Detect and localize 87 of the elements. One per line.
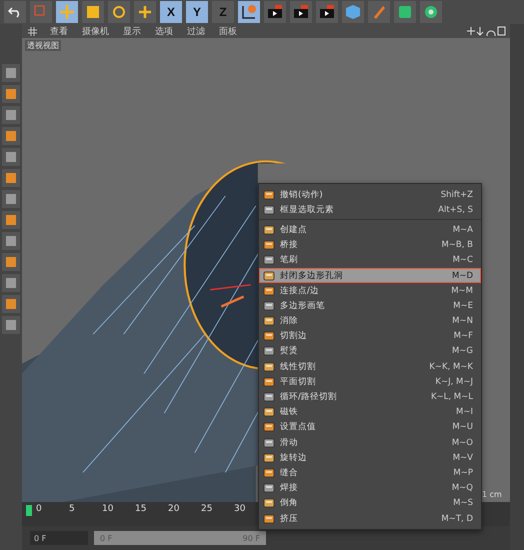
menu-item[interactable]: 缝合 M~P [259,465,481,481]
menu-item[interactable]: 消除 M~N [259,314,481,329]
tool-icon [263,188,275,201]
tool-icon[interactable] [2,316,20,334]
tool-icon[interactable] [2,106,20,124]
viewport-title: 透视视图 [25,40,61,51]
scale-label: 1 cm [482,490,502,499]
menu-item[interactable]: 框显选取元素 Alt+S, S [259,202,481,218]
tool-icon [263,406,275,418]
menu-item[interactable]: 桥接 M~B, B [259,238,481,253]
tool-icon [263,204,275,216]
menu-item[interactable]: 磁铁 M~I [259,404,481,420]
tool-icon [263,300,275,312]
tool-icon [263,270,275,282]
tool-icon [263,436,275,449]
tool-icon [263,224,275,236]
tool-icon [263,254,275,266]
tool-icon [263,482,275,494]
grid-icon[interactable] [28,26,37,36]
tool-icon [263,466,275,479]
viewport-menu-item[interactable]: 显示 [122,24,142,38]
rounded-square-icon[interactable] [394,1,416,23]
tool-icon[interactable] [2,169,20,187]
navigation-icons-drawing[interactable] [466,26,506,36]
tool-icon[interactable] [2,64,20,82]
menu-item[interactable]: 多边形画笔 M~E [259,298,481,314]
clapperboard-icon[interactable] [316,1,338,23]
viewport-menu-item[interactable]: 选项 [154,24,174,38]
timeline-tick-label: 10 [102,503,114,514]
tool-icon[interactable] [2,127,20,145]
menu-item[interactable]: 撤销(动作) Shift+Z [259,187,481,202]
menu-item[interactable]: 封闭多边形孔洞 M~D [259,268,481,284]
tool-icon [263,315,275,328]
tool-icon [263,512,275,525]
tool-icon[interactable] [2,295,20,313]
tool-icon [263,497,275,510]
timeline-tick-label: 20 [168,503,180,514]
axis-button[interactable]: Y [186,1,208,23]
timeline-tick-label: 0 [36,503,43,514]
rotate-tool-icon[interactable] [108,1,130,23]
viewport-menu-item[interactable]: 过滤 [186,24,206,38]
viewport-menu-item[interactable]: 面板 [218,24,238,38]
menu-item[interactable]: 挤压 M~T, D [259,510,481,526]
menu-item[interactable]: 创建点 M~A [259,222,481,238]
tool-icon[interactable] [2,85,20,103]
tool-icon[interactable] [2,190,20,208]
timeline-tick-label: 5 [69,503,76,514]
tool-icon[interactable] [2,211,20,229]
menu-item[interactable]: 循环/路径切割 K~L, M~L [259,389,481,405]
pen-icon[interactable] [368,1,390,23]
coordinate-system-icon[interactable] [238,1,260,23]
menu-item[interactable]: 切割边 M~F [259,328,481,344]
viewport-menu-item[interactable]: 摄像机 [81,24,110,38]
timeline-tick-label: 30 [234,503,246,514]
undo-icon[interactable] [4,1,26,23]
menu-item[interactable]: 倒角 M~S [259,496,481,511]
axis-button[interactable]: X [160,1,182,23]
menu-item[interactable]: 滑动 M~O [259,435,481,450]
menu-item[interactable]: 熨烫 M~G [259,344,481,360]
tool-icon [263,345,275,358]
current-frame-field[interactable]: 0 F [30,531,88,545]
add-icon[interactable] [134,1,156,23]
tool-icon[interactable] [2,148,20,166]
tool-icon[interactable] [2,274,20,292]
timeline-tick-label: 25 [201,503,214,514]
tool-icon [263,330,275,342]
menu-item[interactable]: 设置点值 M~U [259,420,481,435]
tool-icon [263,376,275,388]
clapperboard-icon[interactable] [290,1,312,23]
menu-item[interactable]: 平面切割 K~J, M~J [259,374,481,390]
clapperboard-icon[interactable] [264,1,286,23]
menu-item[interactable]: 焊接 M~Q [259,480,481,496]
menu-item[interactable]: 连接点/边 M~M [259,283,481,298]
tool-icon [263,391,275,404]
tool-icon[interactable] [2,232,20,250]
timeline-tick-label: 15 [135,503,148,514]
menu-item[interactable]: 笔刷 M~C [259,252,481,268]
scale-tool-icon[interactable] [82,1,104,23]
tool-icon [263,360,275,373]
tool-icon [263,284,275,297]
viewport-menu-item[interactable]: 查看 [49,24,69,38]
menu-item[interactable]: 旋转边 M~V [259,450,481,466]
menu-item[interactable]: 线性切割 K~K, M~K [259,359,481,374]
tool-icon[interactable] [2,253,20,271]
tool-icon [263,421,275,434]
tool-icon [263,452,275,464]
tool-icon [263,239,275,252]
